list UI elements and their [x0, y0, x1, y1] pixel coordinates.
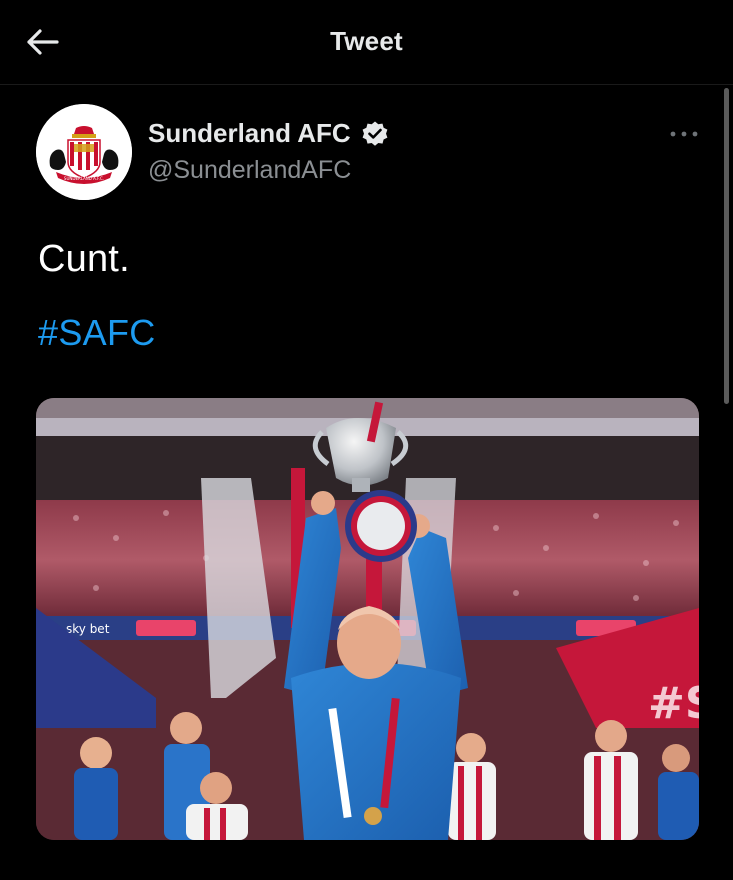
board-text-right: #S	[648, 678, 699, 729]
tweet-detail-screen: Tweet SUNDERLAND A.F.C. Sunderland AFC @…	[0, 0, 733, 880]
tweet-media-photo[interactable]: sky bet #S	[36, 398, 699, 840]
trophy-celebration-photo: sky bet #S	[36, 398, 699, 840]
scrollbar[interactable]	[724, 88, 729, 404]
author-handle[interactable]: @SunderlandAFC	[148, 156, 351, 185]
more-options-button[interactable]	[666, 122, 702, 146]
tweet-text: Cunt.	[38, 238, 130, 280]
more-horizontal-icon	[670, 131, 698, 137]
top-bar: Tweet	[0, 0, 733, 84]
board-text-left: sky bet	[66, 622, 110, 636]
verified-badge-icon	[362, 121, 388, 146]
hashtag-link[interactable]: #SAFC	[38, 312, 156, 354]
avatar[interactable]: SUNDERLAND A.F.C.	[36, 104, 132, 200]
author-display-name[interactable]: Sunderland AFC	[148, 118, 351, 149]
sunderland-crest-icon: SUNDERLAND A.F.C.	[36, 104, 132, 200]
header-divider	[0, 84, 733, 85]
author-name-row: Sunderland AFC	[148, 118, 389, 149]
page-title: Tweet	[330, 26, 403, 56]
crest-banner-text: SUNDERLAND A.F.C.	[64, 176, 104, 181]
